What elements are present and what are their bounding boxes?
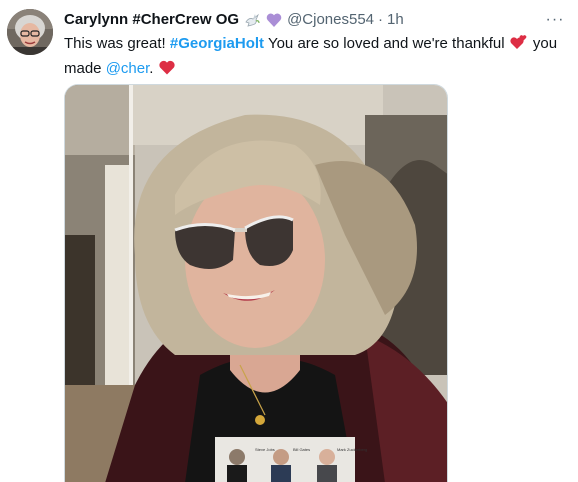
mention-link[interactable]: @cher [106, 60, 150, 77]
purple-heart-emoji-icon [265, 11, 283, 29]
tweet-text-segment: This was great! [64, 35, 170, 52]
photo-image: Steve Jobs Bill Gates Mark Zuckerberg [65, 85, 447, 482]
author-handle[interactable]: @Cjones554 [287, 10, 374, 30]
hashtag-link[interactable]: #GeorgiaHolt [170, 35, 264, 52]
tweet[interactable]: Carylynn #CherCrew OG @Cjones554 · 1h ··… [0, 0, 578, 482]
tweet-text-segment: . [149, 60, 158, 77]
more-options-button[interactable]: ··· [544, 10, 566, 30]
author-display-name[interactable]: Carylynn #CherCrew OG [64, 10, 239, 30]
two-hearts-emoji-icon [509, 33, 529, 58]
tweet-text-segment: You are so loved and we're thankful [264, 35, 509, 52]
avatar[interactable] [7, 9, 53, 55]
shirt-label-3: Mark Zuckerberg [337, 447, 367, 452]
tweet-header: Carylynn #CherCrew OG @Cjones554 · 1h [64, 10, 538, 30]
tweet-photo[interactable]: Steve Jobs Bill Gates Mark Zuckerberg [64, 84, 448, 482]
dove-emoji-icon [243, 11, 261, 29]
red-heart-emoji-icon [158, 59, 176, 83]
separator-dot: · [378, 11, 384, 28]
shirt-label-1: Steve Jobs [255, 447, 275, 452]
tweet-timestamp[interactable]: 1h [387, 10, 404, 30]
tweet-text: This was great! #GeorgiaHolt You are so … [64, 33, 564, 83]
more-icon: ··· [545, 11, 565, 28]
shirt-label-2: Bill Gates [293, 447, 310, 452]
